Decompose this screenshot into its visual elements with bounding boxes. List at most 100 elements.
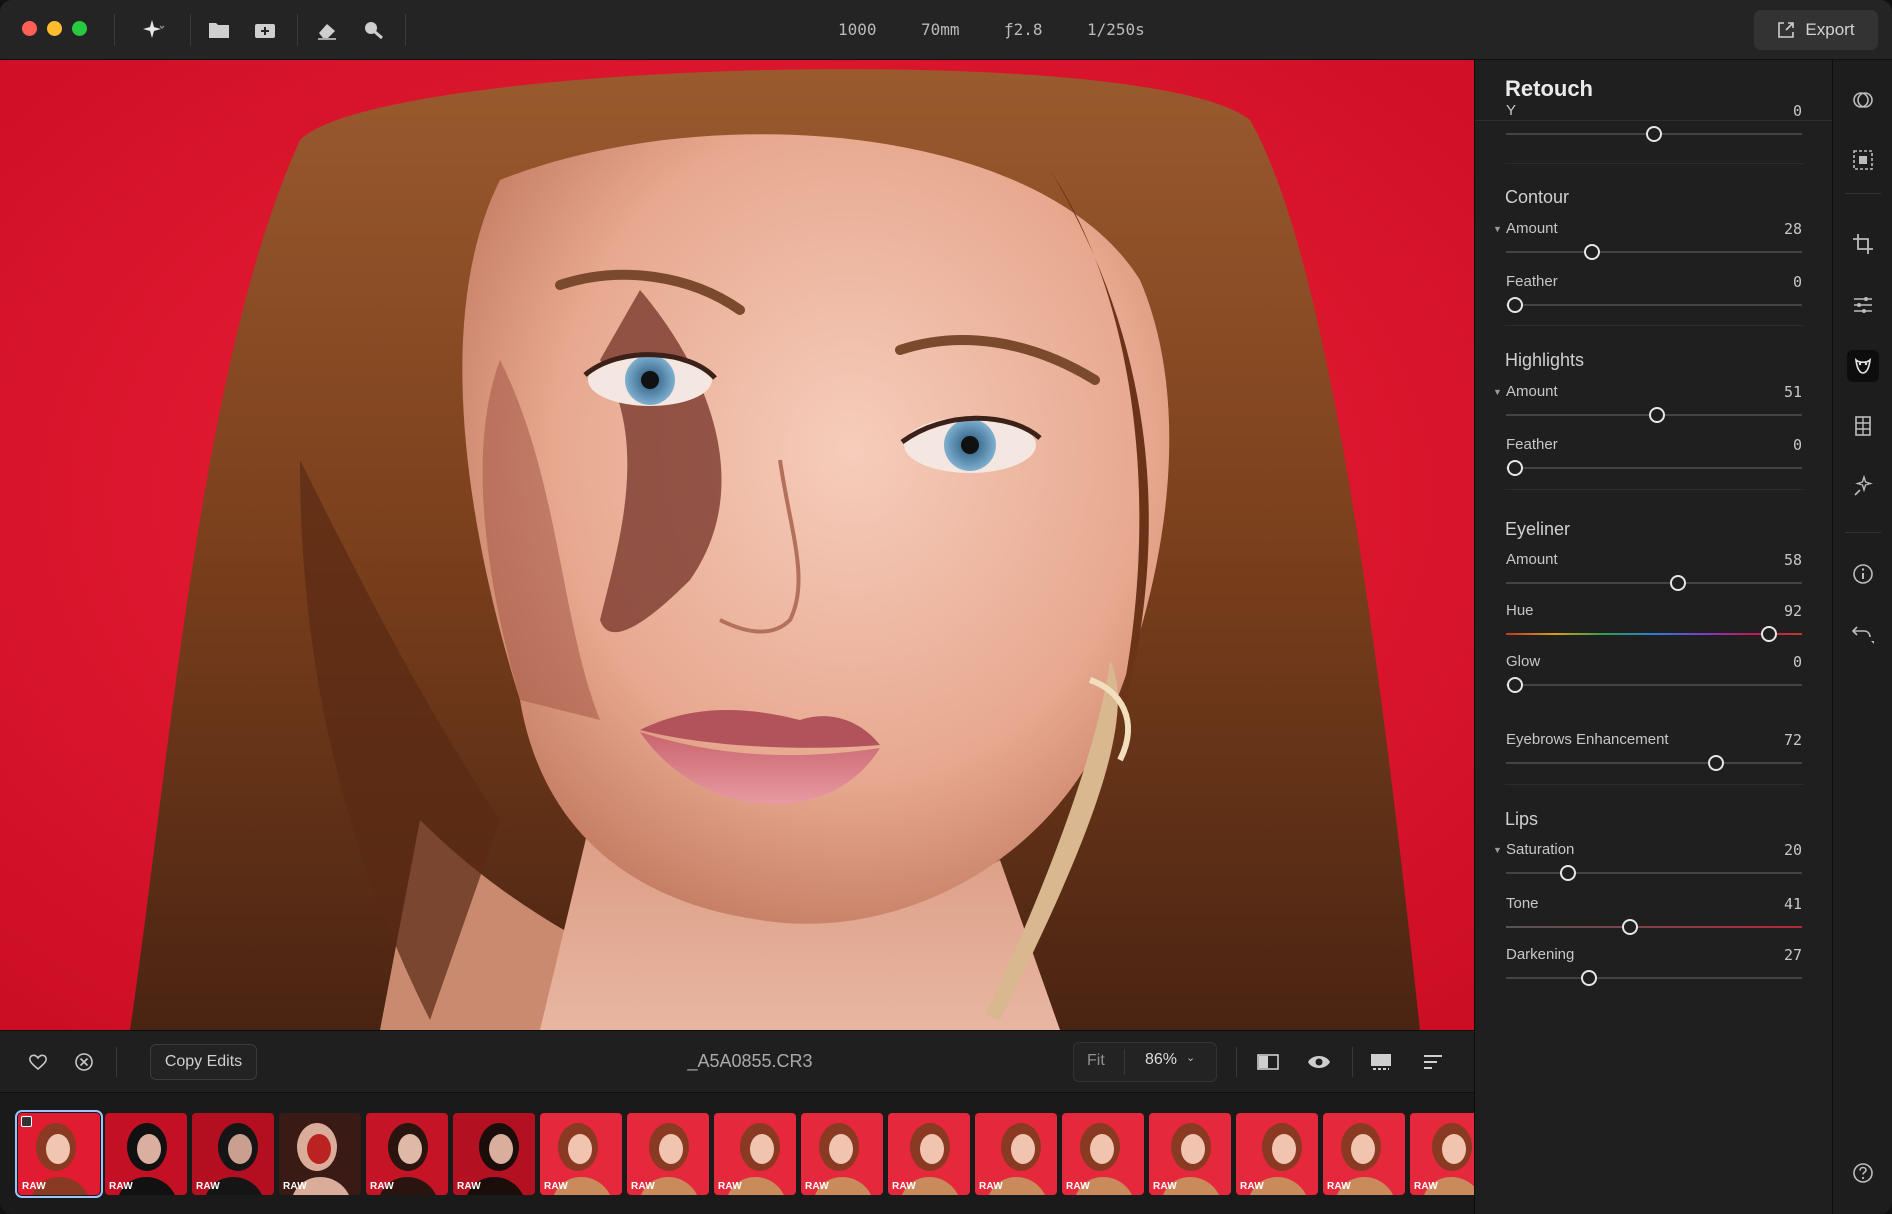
- contour-amount-track[interactable]: [1506, 251, 1802, 253]
- history-button[interactable]: [1847, 618, 1879, 650]
- highlights-feather-track[interactable]: [1506, 467, 1802, 469]
- minimize-window-button[interactable]: [47, 21, 62, 36]
- film-thumbnail[interactable]: RAW: [1410, 1113, 1474, 1195]
- highlights-feather-value: 0: [1792, 436, 1802, 454]
- film-thumbnail[interactable]: RAW: [975, 1113, 1057, 1195]
- landscape-button[interactable]: [1847, 410, 1879, 442]
- lips-darkening-slider-handle[interactable]: [1580, 970, 1597, 986]
- contour-amount-disclosure-icon[interactable]: ▼: [1493, 224, 1502, 234]
- sort-icon: [1424, 1055, 1442, 1069]
- info-button[interactable]: [1847, 558, 1879, 590]
- import-button[interactable]: [251, 16, 279, 44]
- zoom-level-dropdown[interactable]: 86%: [1145, 1051, 1177, 1069]
- eyeliner-amount-slider-handle[interactable]: [1669, 575, 1686, 591]
- photo-canvas[interactable]: [0, 60, 1474, 1030]
- help-button[interactable]: [1847, 1157, 1879, 1189]
- raw-badge: RAW: [457, 1181, 481, 1192]
- crop-button[interactable]: [1847, 228, 1879, 260]
- raw-badge: RAW: [892, 1181, 916, 1192]
- section-divider: [1505, 489, 1803, 490]
- film-thumbnail[interactable]: RAW: [714, 1113, 796, 1195]
- film-thumbnail[interactable]: RAW: [1236, 1113, 1318, 1195]
- favorite-button[interactable]: [25, 1049, 51, 1075]
- mask-button[interactable]: [1847, 144, 1879, 176]
- eyeliner-glow-slider-handle[interactable]: [1506, 677, 1523, 693]
- lips-saturation-track[interactable]: [1506, 872, 1802, 874]
- eyeliner-amount-track[interactable]: [1506, 582, 1802, 584]
- raw-badge: RAW: [979, 1181, 1003, 1192]
- compare-button[interactable]: [1255, 1049, 1281, 1075]
- section-lips-header[interactable]: Lips: [1505, 809, 1538, 830]
- lips-saturation-disclosure-icon[interactable]: ▼: [1493, 845, 1502, 855]
- exif-shutter: 1/250s: [1087, 20, 1145, 39]
- lips-saturation-slider-handle[interactable]: [1560, 865, 1577, 881]
- eyeliner-eyebrows-enhancement-track[interactable]: [1506, 762, 1802, 764]
- film-thumbnail[interactable]: RAW: [1323, 1113, 1405, 1195]
- eyeliner-hue-track[interactable]: [1506, 633, 1802, 635]
- highlights-amount-slider-handle[interactable]: [1648, 407, 1665, 423]
- sort-button[interactable]: [1420, 1049, 1446, 1075]
- raw-badge: RAW: [718, 1181, 742, 1192]
- section-contour-header[interactable]: Contour: [1505, 187, 1569, 208]
- ai-tools-dropdown[interactable]: [130, 16, 176, 44]
- film-thumbnail[interactable]: RAW: [1062, 1113, 1144, 1195]
- creative-button[interactable]: [1847, 470, 1879, 502]
- contour-amount-slider-handle[interactable]: [1583, 244, 1600, 260]
- zoom-window-button[interactable]: [72, 21, 87, 36]
- eyeliner-glow-track[interactable]: [1506, 684, 1802, 686]
- sliders-icon: [1854, 297, 1872, 313]
- film-thumbnail[interactable]: RAW: [1149, 1113, 1231, 1195]
- film-thumbnail[interactable]: RAW: [453, 1113, 535, 1195]
- bottom-divider: [1236, 1047, 1237, 1077]
- toolbar-divider: [297, 14, 298, 46]
- film-thumbnail[interactable]: RAW: [279, 1113, 361, 1195]
- zoom-tool-button[interactable]: [359, 16, 387, 44]
- eyeliner-eyebrows-enhancement-slider-handle[interactable]: [1708, 755, 1725, 771]
- split-view-icon: [1257, 1054, 1279, 1070]
- close-window-button[interactable]: [22, 21, 37, 36]
- film-thumbnail[interactable]: RAW: [15, 1110, 103, 1198]
- preview-toggle-button[interactable]: [1306, 1049, 1332, 1075]
- lips-tone-track[interactable]: [1506, 926, 1802, 928]
- copy-edits-button[interactable]: Copy Edits: [150, 1044, 257, 1080]
- section-highlights-header[interactable]: Highlights: [1505, 350, 1584, 371]
- highlights-amount-disclosure-icon[interactable]: ▼: [1493, 387, 1502, 397]
- film-thumbnail[interactable]: RAW: [540, 1113, 622, 1195]
- y-slider-handle[interactable]: [1646, 126, 1662, 142]
- lips-darkening-track[interactable]: [1506, 977, 1802, 979]
- question-icon: [1853, 1163, 1873, 1183]
- lips-tone-label: Tone: [1506, 895, 1539, 912]
- layers-button[interactable]: [1847, 84, 1879, 116]
- eyeliner-hue-slider-handle[interactable]: [1761, 626, 1778, 642]
- lips-saturation-label: Saturation: [1506, 841, 1575, 858]
- eyeliner-glow-label: Glow: [1506, 653, 1541, 670]
- fit-button[interactable]: Fit: [1087, 1052, 1105, 1070]
- section-eyeliner-header[interactable]: Eyeliner: [1505, 519, 1570, 540]
- highlights-feather-slider-handle[interactable]: [1506, 460, 1523, 476]
- lips-darkening-value: 27: [1783, 946, 1802, 964]
- export-button[interactable]: Export: [1754, 10, 1878, 50]
- film-thumbnail[interactable]: RAW: [366, 1113, 448, 1195]
- raw-badge: RAW: [109, 1181, 133, 1192]
- contour-feather-slider-handle[interactable]: [1506, 297, 1523, 313]
- contour-feather-value: 0: [1792, 273, 1802, 291]
- crop-icon: [1853, 234, 1873, 254]
- magnifier-icon: [365, 22, 383, 40]
- retouch-button[interactable]: [1847, 350, 1879, 382]
- film-thumbnail[interactable]: RAW: [627, 1113, 709, 1195]
- lips-tone-slider-handle[interactable]: [1622, 919, 1639, 935]
- info-icon: [1853, 564, 1873, 584]
- reject-button[interactable]: [71, 1049, 97, 1075]
- film-thumbnail[interactable]: RAW: [801, 1113, 883, 1195]
- eyeliner-eyebrows-enhancement-value: 72: [1783, 731, 1802, 749]
- highlights-amount-value: 51: [1783, 383, 1802, 401]
- film-thumbnail[interactable]: RAW: [888, 1113, 970, 1195]
- filmstrip-toggle-button[interactable]: [1368, 1049, 1394, 1075]
- film-thumbnail[interactable]: RAW: [192, 1113, 274, 1195]
- film-thumbnail[interactable]: RAW: [105, 1113, 187, 1195]
- contour-feather-track[interactable]: [1506, 304, 1802, 306]
- adjust-button[interactable]: [1847, 289, 1879, 321]
- browse-folder-button[interactable]: [205, 16, 233, 44]
- erase-tool-button[interactable]: [313, 16, 341, 44]
- filmstrip-icon: [1371, 1054, 1391, 1070]
